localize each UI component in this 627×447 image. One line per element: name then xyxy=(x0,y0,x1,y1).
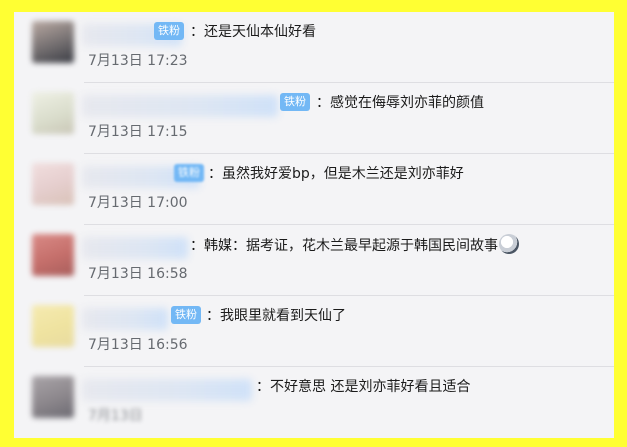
comment-text: ：我眼里就看到天仙了 xyxy=(206,308,346,324)
username-blurred[interactable] xyxy=(82,237,188,259)
comment-time: 7月13日 16:56 xyxy=(88,337,188,353)
comment-item: ：不好意思 还是刘亦菲好看且适合 7月13日 xyxy=(14,367,614,438)
avatar[interactable] xyxy=(32,376,74,418)
comment-item: ：韩媒：据考证，花木兰最早起源于韩国民间故事 7月13日 16:58 xyxy=(14,225,614,296)
comment-time: 7月13日 17:00 xyxy=(88,195,188,211)
comment-text: ：虽然我好爱bp，但是木兰还是刘亦菲好 xyxy=(208,166,464,182)
username-blurred[interactable] xyxy=(82,308,168,330)
comment-item: 铁粉 ：还是天仙本仙好看 7月13日 17:23 xyxy=(14,12,614,83)
comment-item: 铁粉 ：虽然我好爱bp，但是木兰还是刘亦菲好 7月13日 17:00 xyxy=(14,154,614,225)
fan-badge: 铁粉 xyxy=(174,164,204,182)
comment-time: 7月13日 16:58 xyxy=(88,266,188,282)
comment-time: 7月13日 17:23 xyxy=(88,53,188,69)
fan-badge: 铁粉 xyxy=(154,22,184,40)
yellow-frame: 铁粉 ：还是天仙本仙好看 7月13日 17:23 铁粉 ：感觉在侮辱刘亦菲的颜值… xyxy=(0,0,627,447)
comment-time: 7月13日 17:15 xyxy=(88,124,188,140)
avatar[interactable] xyxy=(32,92,74,134)
avatar[interactable] xyxy=(32,21,74,63)
avatar[interactable] xyxy=(32,163,74,205)
comment-list: 铁粉 ：还是天仙本仙好看 7月13日 17:23 铁粉 ：感觉在侮辱刘亦菲的颜值… xyxy=(14,12,614,438)
comment-time: 7月13日 xyxy=(88,408,143,424)
comment-text: ：韩媒：据考证，花木兰最早起源于韩国民间故事 xyxy=(190,234,519,257)
comment-text: ：还是天仙本仙好看 xyxy=(190,24,316,40)
fan-badge: 铁粉 xyxy=(171,306,201,324)
avatar[interactable] xyxy=(32,234,74,276)
avatar[interactable] xyxy=(32,305,74,347)
comment-item: 铁粉 ：感觉在侮辱刘亦菲的颜值 7月13日 17:15 xyxy=(14,83,614,154)
username-blurred[interactable] xyxy=(82,95,278,117)
username-blurred[interactable] xyxy=(82,379,252,401)
fan-badge: 铁粉 xyxy=(280,93,310,111)
comment-item: 铁粉 ：我眼里就看到天仙了 7月13日 16:56 xyxy=(14,296,614,367)
shocked-face-emoji-icon xyxy=(499,234,519,254)
comment-text: ：不好意思 还是刘亦菲好看且适合 xyxy=(256,379,471,395)
comment-text: ：感觉在侮辱刘亦菲的颜值 xyxy=(316,95,484,111)
